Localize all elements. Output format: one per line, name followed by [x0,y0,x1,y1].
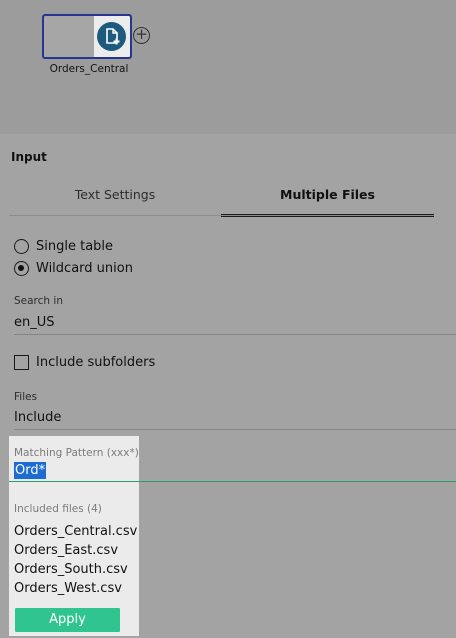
search-in-underline [14,334,456,335]
files-field[interactable]: Include [14,410,61,425]
input-step-node[interactable] [42,14,132,59]
node-label: Orders_Central [49,63,129,75]
file-add-icon [97,22,126,51]
wildcard-union-label: Wildcard union [36,260,133,276]
wildcard-union-option[interactable]: Wildcard union [14,259,133,277]
input-panel: Input Text Settings Multiple Files Singl… [0,134,456,638]
include-subfolders-option[interactable]: Include subfolders [14,353,155,371]
included-file-item: Orders_West.csv [14,581,122,596]
files-label: Files [14,391,38,403]
tab-multiple-files[interactable]: Multiple Files [221,178,434,217]
included-file-item: Orders_Central.csv [14,524,138,539]
files-underline [14,429,456,430]
matching-pattern-input[interactable]: Ord* [14,462,47,479]
apply-button[interactable]: Apply [15,608,120,632]
tab-multiple-files-label: Multiple Files [280,187,375,202]
matching-pattern-underline [9,481,456,482]
included-files-label: Included files (4) [14,503,102,515]
node-icon-tile [94,16,130,57]
search-in-label: Search in [14,295,63,307]
tabs-divider [9,215,434,216]
single-table-option[interactable]: Single table [14,237,113,255]
flow-canvas[interactable]: + Orders_Central [0,0,456,134]
single-table-label: Single table [36,238,114,254]
single-table-radio[interactable] [14,238,29,254]
add-step-button[interactable]: + [133,27,150,44]
panel-title: Input [11,150,47,164]
matching-pattern-label: Matching Pattern (xxx*) [14,447,139,459]
search-in-field[interactable]: en_US [14,315,55,330]
settings-tabs: Text Settings Multiple Files [9,178,434,217]
tab-text-settings[interactable]: Text Settings [9,178,221,216]
wildcard-union-radio[interactable] [14,260,29,276]
include-subfolders-label: Include subfolders [36,354,156,370]
included-file-item: Orders_East.csv [14,543,119,558]
included-file-item: Orders_South.csv [14,562,128,577]
matching-pattern-popup: Matching Pattern (xxx*) Ord* Included fi… [9,436,139,636]
include-subfolders-checkbox[interactable] [14,354,29,370]
